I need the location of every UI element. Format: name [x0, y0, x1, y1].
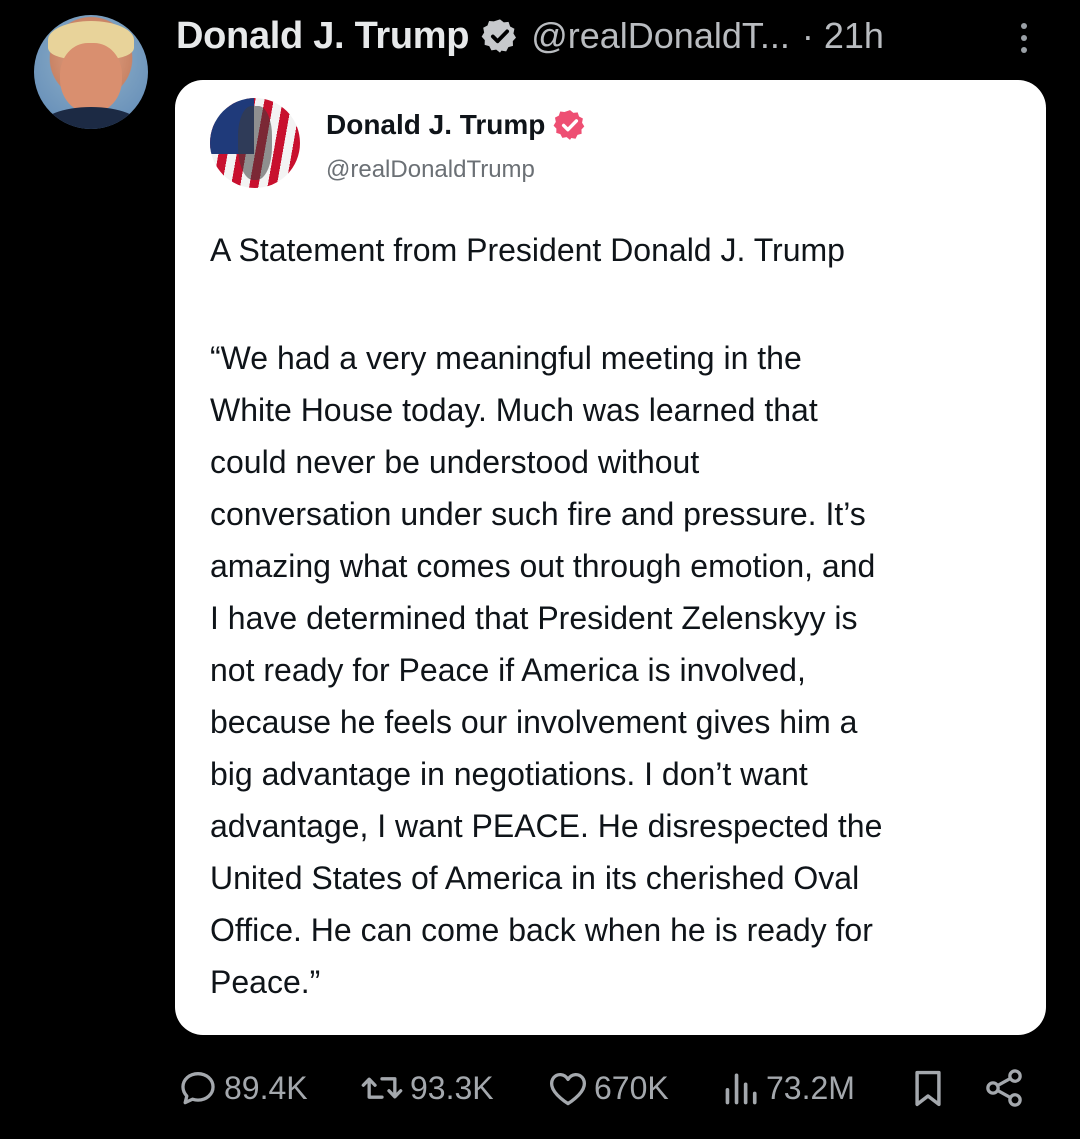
like-button[interactable]: 670K [546, 1062, 669, 1114]
statement-line: not ready for Peace if America is involv… [210, 652, 806, 688]
like-count: 670K [594, 1069, 669, 1106]
statement-line: Office. He can come back when he is read… [210, 912, 873, 948]
statement-line: I have determined that President Zelensk… [210, 600, 858, 636]
views-button[interactable]: 73.2M [722, 1062, 855, 1114]
author-name[interactable]: Donald J. Trump [176, 15, 470, 58]
more-dot [1021, 35, 1027, 41]
views-chart-icon [725, 1073, 757, 1105]
statement-line: White House today. Much was learned that [210, 392, 818, 428]
more-dot [1021, 47, 1027, 53]
verified-badge-icon [481, 17, 519, 55]
reply-count: 89.4K [224, 1069, 308, 1106]
author-handle[interactable]: @realDonaldT... [531, 15, 790, 57]
bookmark-icon [915, 1070, 941, 1107]
share-icon [986, 1069, 1022, 1107]
repost-icon [361, 1077, 403, 1099]
reply-button[interactable]: 89.4K [176, 1062, 308, 1114]
post-header: Donald J. Trump @realDonaldT... · 21h [176, 8, 884, 64]
inner-verified-badge-icon [553, 108, 587, 142]
inner-avatar-face [238, 106, 272, 180]
avatar-face [60, 43, 122, 113]
more-vertical-icon[interactable] [1010, 18, 1038, 58]
statement-image-card[interactable]: Donald J. Trump @realDonaldTrump A State… [175, 80, 1046, 1035]
repost-count: 93.3K [410, 1069, 494, 1106]
statement-line: conversation under such fire and pressur… [210, 496, 866, 532]
statement-body: “We had a very meaningful meeting in the… [210, 332, 1020, 1008]
bookmark-button[interactable] [908, 1062, 948, 1114]
inner-avatar [210, 98, 300, 188]
author-avatar[interactable] [34, 15, 148, 129]
statement-line: because he feels our involvement gives h… [210, 704, 858, 740]
inner-author-handle: @realDonaldTrump [326, 156, 535, 183]
repost-button[interactable]: 93.3K [358, 1062, 494, 1114]
statement-line: could never be understood without [210, 444, 700, 480]
heart-icon [550, 1072, 586, 1106]
statement-line: amazing what comes out through emotion, … [210, 548, 876, 584]
more-dot [1021, 23, 1027, 29]
reply-icon [181, 1072, 215, 1105]
share-button[interactable] [982, 1062, 1026, 1114]
statement-line: “We had a very meaningful meeting in the [210, 340, 802, 376]
statement-line: Peace.” [210, 964, 321, 1000]
avatar-suit [40, 107, 142, 129]
statement-line: advantage, I want PEACE. He disrespected… [210, 808, 883, 844]
statement-title: A Statement from President Donald J. Tru… [210, 232, 845, 268]
post-timestamp[interactable]: · 21h [802, 15, 884, 57]
inner-author-row: Donald J. Trump [326, 108, 587, 142]
statement-line: United States of America in its cherishe… [210, 860, 860, 896]
statement-line: big advantage in negotiations. I don’t w… [210, 756, 808, 792]
inner-author-name: Donald J. Trump [326, 109, 546, 140]
views-count: 73.2M [766, 1069, 855, 1106]
action-bar: 89.4K 93.3K 670K 73.2M [176, 1062, 1036, 1114]
